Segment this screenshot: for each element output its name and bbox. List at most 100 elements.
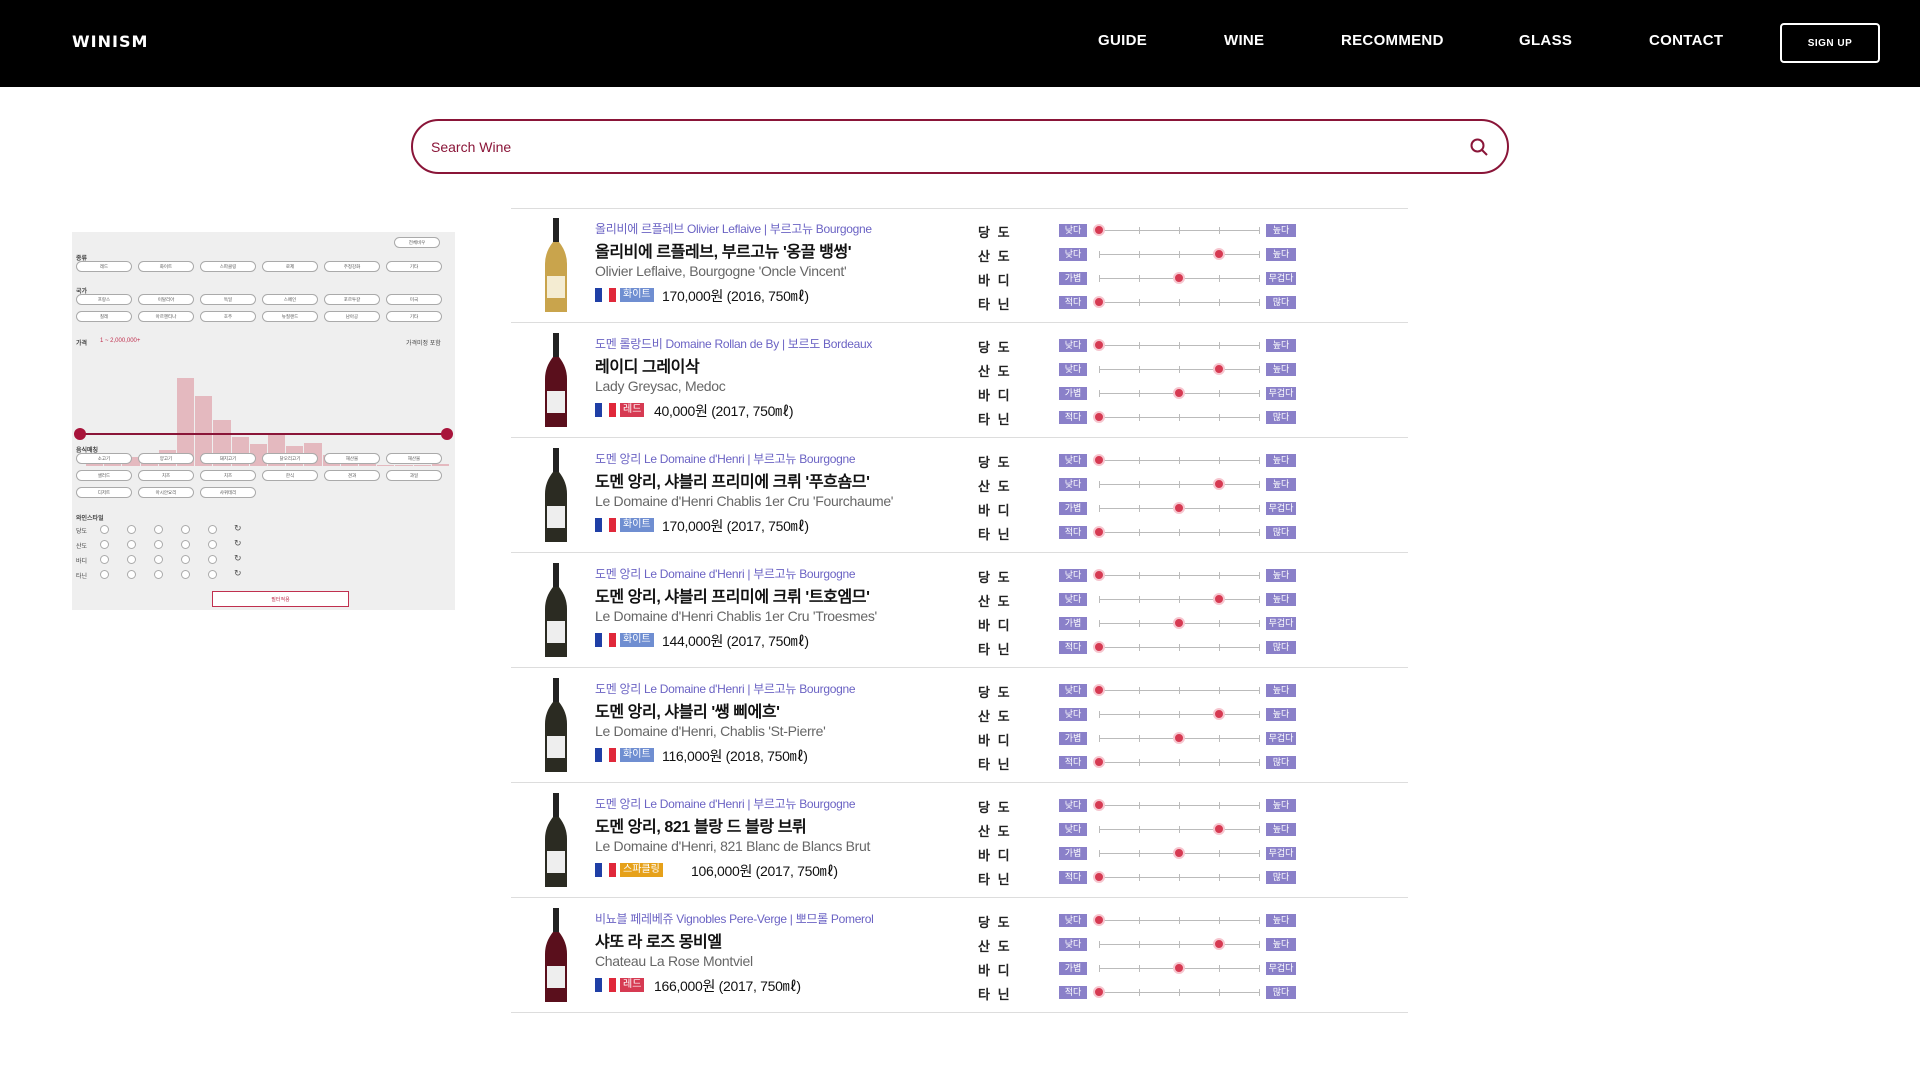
style-radio[interactable] (100, 540, 109, 549)
wine-row[interactable]: 도멘 앙리 Le Domaine d'Henri | 부르고뉴 Bourgogn… (511, 668, 1408, 783)
apply-filter-button[interactable]: 필터적용 (212, 591, 349, 607)
country-option-pill[interactable]: 남아공 (324, 311, 380, 322)
wine-row[interactable]: 도멘 앙리 Le Domaine d'Henri | 부르고뉴 Bourgogn… (511, 783, 1408, 898)
slider-tick (1259, 850, 1260, 857)
wine-name-ko[interactable]: 도멘 앙리, 821 블랑 드 블랑 브뤼 (595, 813, 807, 837)
type-option-pill[interactable]: 화이트 (138, 261, 194, 272)
nav-glass[interactable]: GLASS (1519, 32, 1572, 49)
country-option-pill[interactable]: 포르투갈 (324, 294, 380, 305)
style-radio[interactable] (154, 525, 163, 534)
style-radio[interactable] (127, 540, 136, 549)
wine-name-ko[interactable]: 도멘 앙리, 샤블리 프리미에 크뤼 '푸흐숌므' (595, 468, 870, 492)
style-radio[interactable] (181, 540, 190, 549)
style-radio[interactable] (181, 555, 190, 564)
wine-row[interactable]: 올리비에 르플레브 Olivier Leflaive | 부르고뉴 Bourgo… (511, 208, 1408, 323)
nav-wine[interactable]: WINE (1224, 32, 1264, 49)
wine-row[interactable]: 도멘 앙리 Le Domaine d'Henri | 부르고뉴 Bourgogn… (511, 553, 1408, 668)
country-option-pill[interactable]: 칠레 (76, 311, 132, 322)
wine-row[interactable]: 도멘 앙리 Le Domaine d'Henri | 부르고뉴 Bourgogn… (511, 438, 1408, 553)
style-radio[interactable] (154, 540, 163, 549)
wine-name-en: Le Domaine d'Henri Chablis 1er Cru 'Four… (595, 493, 894, 509)
style-radio[interactable] (181, 525, 190, 534)
style-radio[interactable] (127, 570, 136, 579)
nav-contact[interactable]: CONTACT (1649, 32, 1723, 49)
food-option-pill[interactable]: 치즈 (200, 470, 256, 481)
food-option-pill[interactable]: 아시안요리 (138, 487, 194, 498)
price-slider-track[interactable] (82, 433, 447, 435)
style-radio[interactable] (154, 570, 163, 579)
reset-icon[interactable]: ↻ (234, 538, 242, 549)
wine-type-badge: 레드 (620, 403, 645, 417)
food-option-pill[interactable]: 닭오리고기 (262, 453, 318, 464)
wine-name-ko[interactable]: 도멘 앙리, 샤블리 프리미에 크뤼 '트호엠므' (595, 583, 870, 607)
style-radio[interactable] (100, 555, 109, 564)
wine-name-ko[interactable]: 레이디 그레이삭 (595, 353, 700, 377)
style-radio[interactable] (154, 555, 163, 564)
taste-high-tag: 높다 (1266, 569, 1296, 582)
style-radio[interactable] (208, 570, 217, 579)
country-option-pill[interactable]: 미국 (386, 294, 442, 305)
style-radio[interactable] (208, 540, 217, 549)
country-option-pill[interactable]: 호주 (200, 311, 256, 322)
reset-icon[interactable]: ↻ (234, 568, 242, 579)
food-option-pill[interactable]: 과일 (386, 470, 442, 481)
wine-name-ko[interactable]: 올리비에 르플레브, 부르고뉴 '옹끌 뱅썽' (595, 238, 852, 262)
wine-row[interactable]: 도멘 롤랑드비 Domaine Rollan de By | 보르도 Borde… (511, 323, 1408, 438)
food-option-pill[interactable]: 견과 (324, 470, 380, 481)
style-radio[interactable] (127, 525, 136, 534)
price-slider-min-handle[interactable] (74, 428, 86, 440)
taste-level-marker (1093, 914, 1105, 926)
food-option-pill[interactable]: 샤퀴테리 (200, 487, 256, 498)
type-option-pill[interactable]: 스파클링 (200, 261, 256, 272)
slider-tick (1099, 366, 1100, 373)
food-option-pill[interactable]: 양고기 (138, 453, 194, 464)
taste-slider-track (1099, 962, 1260, 974)
country-option-pill[interactable]: 기타 (386, 311, 442, 322)
food-option-pill[interactable]: 한식 (262, 470, 318, 481)
style-radio[interactable] (127, 555, 136, 564)
clear-all-button[interactable]: 전체비우 (394, 237, 440, 248)
country-option-pill[interactable]: 아르헨티나 (138, 311, 194, 322)
reset-icon[interactable]: ↻ (234, 553, 242, 564)
taste-high-tag: 높다 (1266, 248, 1296, 261)
food-option-pill[interactable]: 샐러드 (76, 470, 132, 481)
search-icon[interactable] (1469, 137, 1489, 157)
style-radio[interactable] (100, 570, 109, 579)
wine-row[interactable]: 비뇨블 페레베쥬 Vignobles Pere-Verge | 뽀므롤 Pome… (511, 898, 1408, 1013)
slider-tick (1259, 802, 1260, 809)
country-option-pill[interactable]: 프랑스 (76, 294, 132, 305)
food-option-pill[interactable]: 소고기 (76, 453, 132, 464)
style-radio[interactable] (100, 525, 109, 534)
country-option-pill[interactable]: 스페인 (262, 294, 318, 305)
type-option-pill[interactable]: 로제 (262, 261, 318, 272)
slider-tick (1259, 390, 1260, 397)
signup-button[interactable]: SIGN UP (1780, 23, 1880, 63)
style-radio[interactable] (208, 525, 217, 534)
type-option-pill[interactable]: 주정강화 (324, 261, 380, 272)
slider-tick (1099, 275, 1100, 282)
slider-tick (1139, 687, 1140, 694)
food-option-pill[interactable]: 디저트 (76, 487, 132, 498)
style-radio[interactable] (181, 570, 190, 579)
country-option-pill[interactable]: 독일 (200, 294, 256, 305)
reset-icon[interactable]: ↻ (234, 523, 242, 534)
style-radio[interactable] (208, 555, 217, 564)
food-option-pill[interactable]: 해산물 (324, 453, 380, 464)
wine-name-ko[interactable]: 샤또 라 로즈 몽비엘 (595, 928, 722, 952)
nav-guide[interactable]: GUIDE (1098, 32, 1147, 49)
price-slider-max-handle[interactable] (441, 428, 453, 440)
nav-recommend[interactable]: RECOMMEND (1341, 32, 1444, 49)
food-option-pill[interactable]: 치즈 (138, 470, 194, 481)
taste-attr-label: 타 닌 (978, 527, 1012, 542)
wine-price: 40,000원 (2017, 750㎖) (654, 403, 794, 419)
country-option-pill[interactable]: 이탈리아 (138, 294, 194, 305)
slider-tick (1219, 529, 1220, 536)
slider-tick (1179, 917, 1180, 924)
food-option-pill[interactable]: 돼지고기 (200, 453, 256, 464)
country-option-pill[interactable]: 뉴질랜드 (262, 311, 318, 322)
search-input[interactable] (431, 135, 1411, 159)
wine-name-ko[interactable]: 도멘 앙리, 샤블리 '쌩 삐에흐' (595, 698, 780, 722)
type-option-pill[interactable]: 기타 (386, 261, 442, 272)
food-option-pill[interactable]: 해산물 (386, 453, 442, 464)
type-option-pill[interactable]: 레드 (76, 261, 132, 272)
